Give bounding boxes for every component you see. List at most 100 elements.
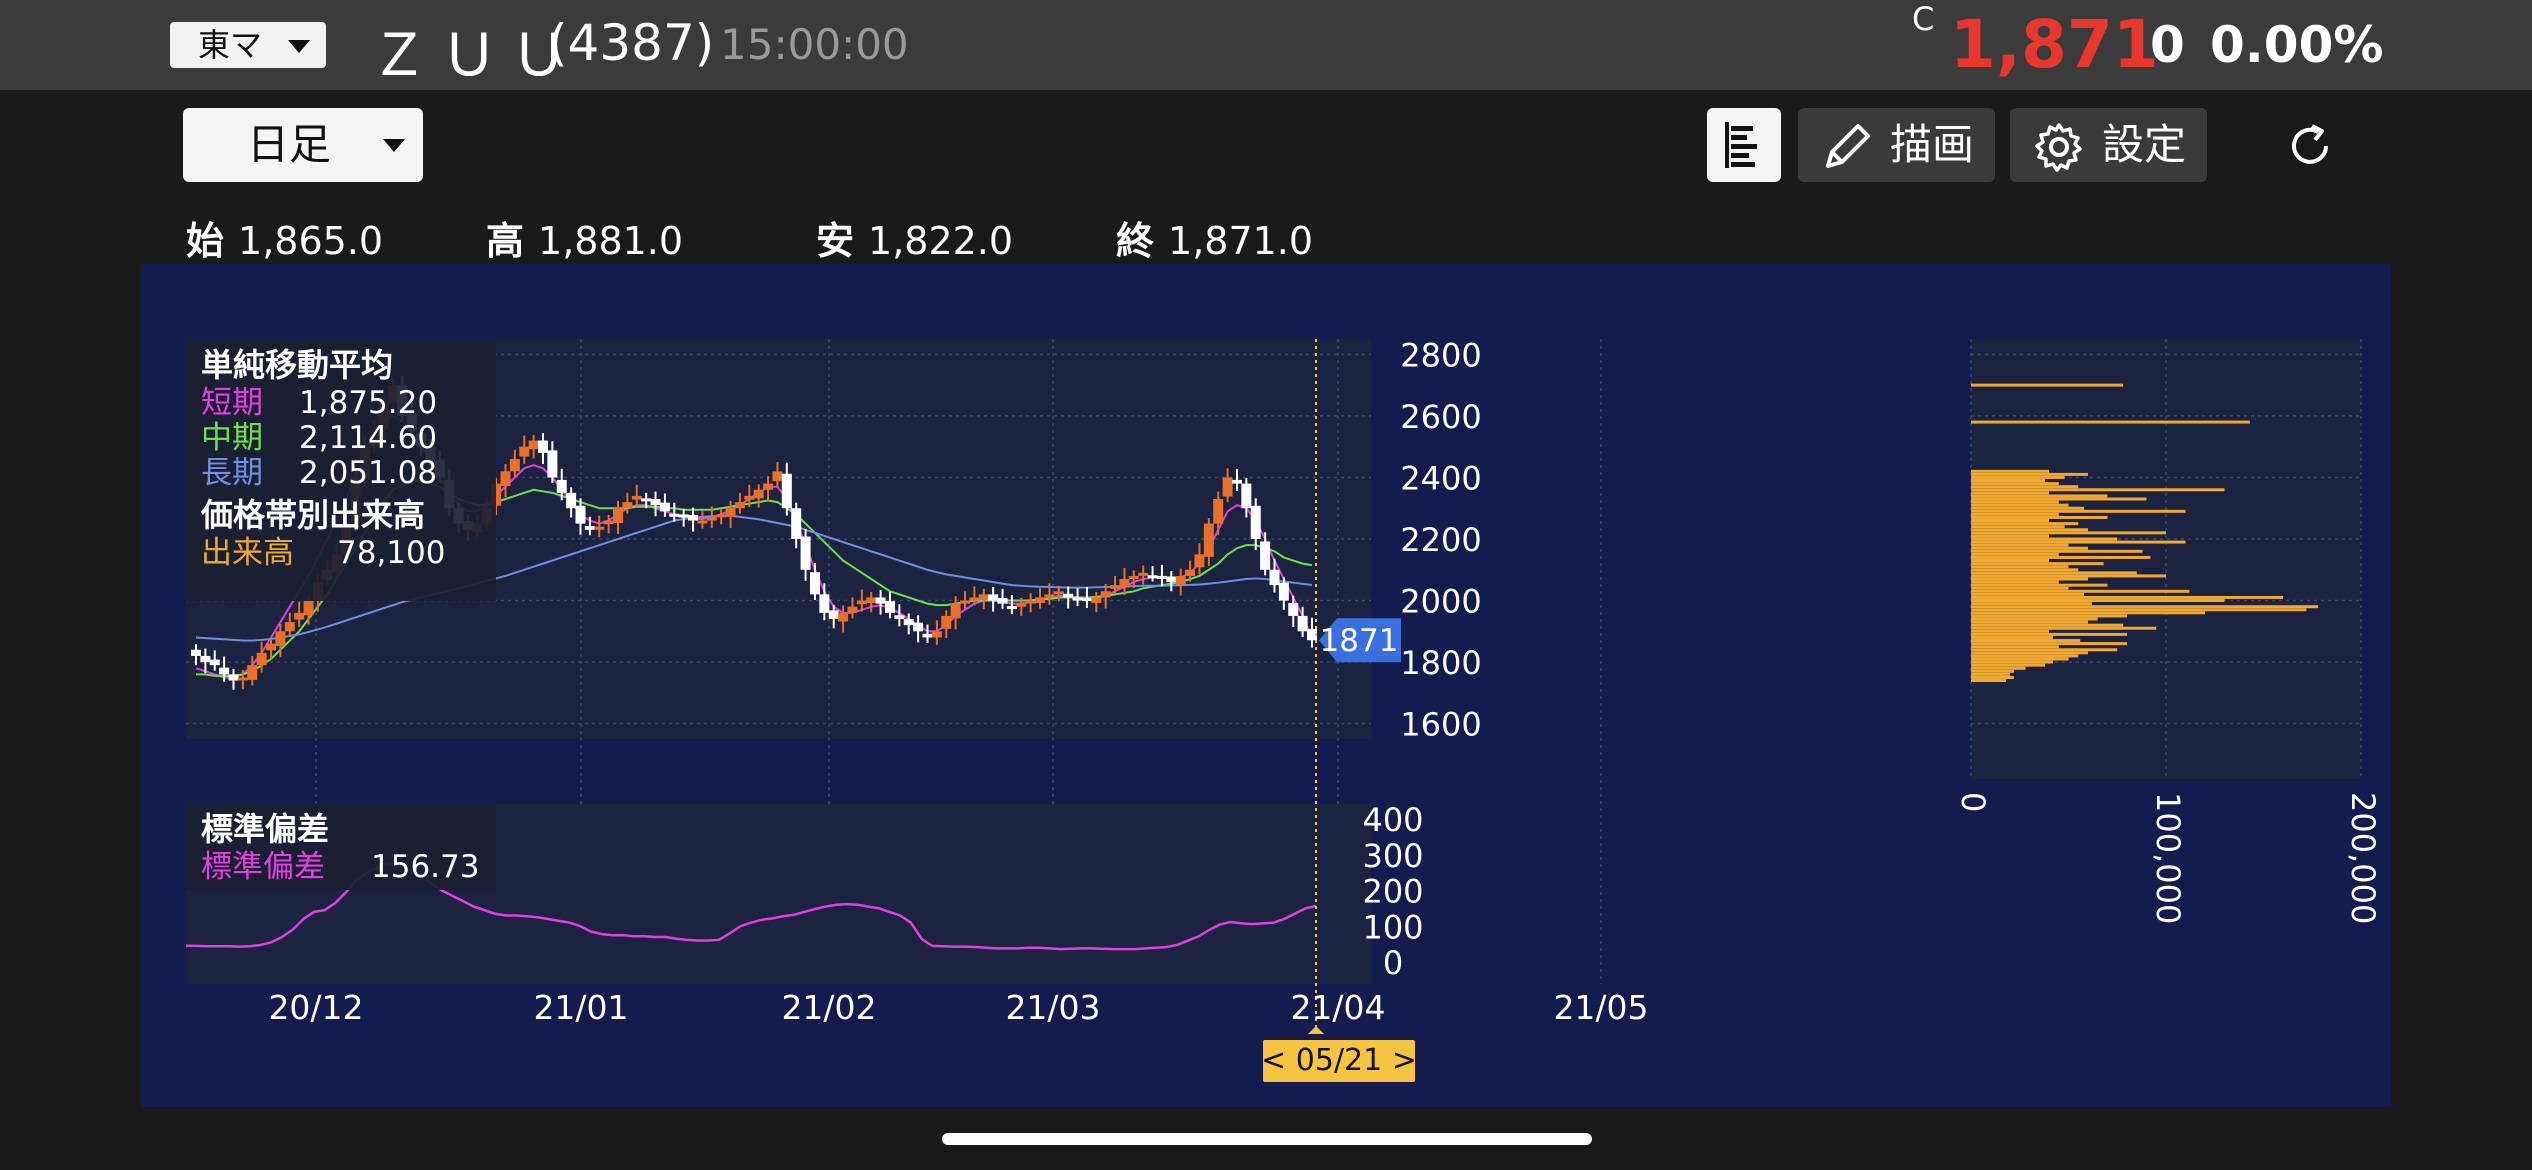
candle-body <box>1222 477 1233 497</box>
volume-profile-bar <box>1971 645 2059 649</box>
candle-body <box>1100 591 1111 598</box>
candle-body <box>1006 606 1017 610</box>
candle-body <box>809 572 820 595</box>
sma-title: 単純移動平均 <box>201 346 393 384</box>
short-label: 短期 <box>201 385 263 421</box>
candle-body <box>903 619 914 626</box>
candle-body <box>1044 594 1055 598</box>
period-select[interactable]: 日足 <box>183 108 423 182</box>
indicator-list-button[interactable] <box>1707 108 1781 182</box>
volume-profile-bar <box>1971 519 2049 523</box>
volume-profile-bar <box>1971 475 2065 479</box>
volume-profile-bar <box>1971 497 2147 501</box>
candle-body <box>228 674 239 681</box>
sd-value: 156.73 <box>371 849 479 885</box>
price-tick-label: 1600 <box>1400 706 1481 744</box>
price-tick-label: 1800 <box>1400 644 1481 682</box>
x-tick-label: 20/12 <box>268 988 363 1027</box>
price-change: 0 <box>2150 16 2185 74</box>
candle-body <box>669 513 680 517</box>
volume-profile-bar <box>1971 509 2186 513</box>
candle-body <box>1288 603 1299 616</box>
candle-body <box>960 600 971 604</box>
candle-body <box>1119 579 1130 588</box>
chart-panel[interactable]: 1600 1800 2000 2200 2400 2600 2800 0 100 200 300 4… <box>141 264 2391 1107</box>
candle-body <box>603 520 614 525</box>
current-price: 1,871 <box>1950 6 2159 83</box>
cursor-date-label: < 05/21 > <box>1261 1043 1417 1078</box>
market-label: 東マ <box>198 26 263 64</box>
volume-profile-bar <box>1971 534 2049 538</box>
candle-body <box>1213 499 1224 524</box>
chart-svg[interactable]: 1600180020002200240026002800 01002003004… <box>141 264 2391 1107</box>
candle-body <box>734 502 745 509</box>
candle-body <box>800 536 811 570</box>
sd-tick-label: 400 <box>1362 801 1423 839</box>
volume-profile-bar <box>1971 503 2069 507</box>
x-tick-label: 21/05 <box>1553 988 1648 1027</box>
candle-body <box>884 601 895 613</box>
settings-button[interactable]: 設定 <box>2010 108 2207 182</box>
candle-body <box>716 514 727 518</box>
candle-body <box>200 655 211 663</box>
gear-icon <box>2035 123 2082 172</box>
volume-profile-bar <box>1971 383 2124 387</box>
candle-body <box>988 594 999 601</box>
candle-body <box>894 615 905 619</box>
candle-body <box>566 492 577 509</box>
sd-tick-label: 200 <box>1362 873 1423 911</box>
volume-profile-bar <box>1971 491 2049 495</box>
price-tick-label: 2000 <box>1400 583 1481 621</box>
candle-body <box>1035 597 1046 603</box>
chevron-down-icon <box>288 40 310 53</box>
high-label: 高 <box>486 219 525 263</box>
candle-body <box>613 508 624 523</box>
volume-profile-bar <box>1971 469 2049 473</box>
candle-body <box>594 526 605 530</box>
candle-body <box>659 502 670 512</box>
price-tick-label: 2400 <box>1400 459 1481 497</box>
candle-body <box>1231 479 1242 484</box>
candle-body <box>763 483 774 490</box>
header-bar: 東マ ＺＵＵ (4387) 15:00:00 C 1,871 0 0.00% <box>0 0 2532 90</box>
candle-body <box>847 606 858 613</box>
volume-profile-bar <box>1971 577 2088 581</box>
volume-profile-bar <box>1971 651 2088 655</box>
volume-profile-bar <box>1971 479 2046 483</box>
volume-profile-bar <box>1971 660 2053 664</box>
candle-body <box>1241 483 1252 509</box>
volume-profile-bar <box>1971 420 2250 424</box>
candle-body <box>931 631 942 638</box>
candle-body <box>284 622 295 632</box>
pencil-icon <box>1826 124 1870 168</box>
volume-profile-bar <box>1971 669 2014 673</box>
candle-body <box>697 520 708 524</box>
candle-body <box>275 631 286 647</box>
stock-code: (4387) <box>548 14 715 72</box>
short-value: 1,875.20 <box>299 385 437 421</box>
candle-body <box>913 622 924 632</box>
market-select[interactable]: 東マ <box>170 22 326 68</box>
long-label: 長期 <box>201 455 263 491</box>
volume-profile-bar <box>1971 531 2166 535</box>
volume-profile-bar <box>1971 552 2059 556</box>
candle-body <box>631 495 642 500</box>
volume-profile-bar <box>1971 515 2108 519</box>
candle-body <box>772 471 783 482</box>
long-value: 2,051.08 <box>299 455 437 491</box>
candle-body <box>1260 541 1271 570</box>
quote-time: 15:00:00 <box>720 20 909 69</box>
refresh-icon[interactable] <box>2284 120 2336 172</box>
draw-button[interactable]: 描画 <box>1798 108 1995 182</box>
candle-body <box>725 508 736 517</box>
volume-profile-bar <box>1971 663 2046 667</box>
candle-body <box>706 517 717 521</box>
close-row: 終 1,871.0 <box>1116 210 1313 265</box>
volume-profile-bar <box>1971 639 2081 643</box>
low-row: 安 1,822.0 <box>816 210 1013 265</box>
close-mark: C <box>1912 0 1935 38</box>
volume-profile-bar <box>1971 485 2079 489</box>
volume-profile-bar <box>1971 580 2059 584</box>
candle-body <box>650 499 661 506</box>
candle-body <box>1138 572 1149 576</box>
